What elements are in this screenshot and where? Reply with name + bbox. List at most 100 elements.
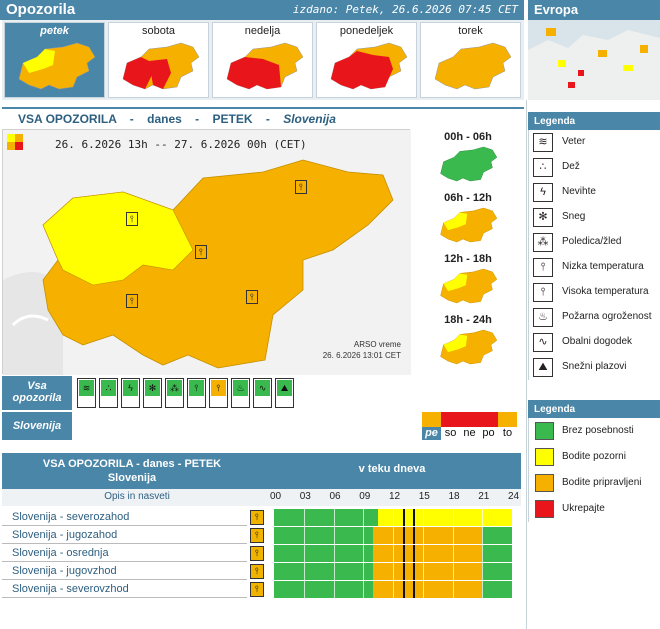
time-marker <box>402 581 405 598</box>
subheader-prefix: VSA OPOZORILA <box>18 112 117 126</box>
low-temperature-icon: ⫯ <box>189 380 204 396</box>
time-marker <box>412 581 415 598</box>
day-abbr-to[interactable]: to <box>498 412 517 440</box>
day-abbr-ne[interactable]: ne <box>460 412 479 440</box>
slot-map <box>440 207 498 243</box>
opis-link[interactable]: Opis in nasveti <box>2 491 272 502</box>
day-abbr-so[interactable]: so <box>441 412 460 440</box>
timeline <box>274 527 512 544</box>
day-tabs: petek sobota nedelja ponedeljek torek <box>2 20 524 100</box>
tab-day-nedelja[interactable]: nedelja <box>212 22 313 98</box>
legend-types: Legenda ≋ Veter ∴ Dež ϟ Nevihte ✻ Sneg ⁂ Poledica… <box>528 112 660 380</box>
region-name[interactable]: Slovenija - jugovzhod <box>2 563 247 580</box>
slot-label: 06h - 12h <box>444 192 492 204</box>
warning-type-row: Vsa opozorila ≋ ∴ ϟ ✻ ⁂ ⫯ ⫯ ♨ ∿ ⛰ <box>2 376 524 410</box>
fire-filter[interactable]: ♨ <box>231 378 250 408</box>
thermometer-icon: ⫯ <box>250 564 264 579</box>
row-label-vsa: Vsa opozorila <box>2 376 72 410</box>
thunderstorm-icon: ϟ <box>533 183 553 202</box>
slot-map <box>440 268 498 304</box>
timeline-segment <box>274 527 374 544</box>
thermometer-marker[interactable]: ⫯ <box>295 180 307 194</box>
ice-filter[interactable]: ⁂ <box>165 378 184 408</box>
low-temperature-filter[interactable]: ⫯ <box>187 378 206 408</box>
time-marker <box>412 545 415 562</box>
hour-tick: 18 <box>448 491 460 502</box>
snow-icon: ✻ <box>145 380 160 396</box>
legend-level-label: Bodite pozorni <box>562 451 626 462</box>
region-name[interactable]: Slovenija - osrednja <box>2 545 247 562</box>
time-slot-12-18[interactable]: 12h - 18h <box>412 251 524 312</box>
timeline-segment <box>373 545 483 562</box>
timeline-segment <box>482 563 512 580</box>
legend-level-label: Ukrepajte <box>562 503 605 514</box>
region-name[interactable]: Slovenija - severozahod <box>2 509 247 526</box>
day-abbr-pe[interactable]: pe <box>422 412 441 440</box>
tab-day-sobota[interactable]: sobota <box>108 22 209 98</box>
legend-type-item: ⫯ Visoka temperatura <box>529 280 660 305</box>
table-row[interactable]: Slovenija - severozahod ⫯ <box>2 509 521 526</box>
time-marker <box>412 563 415 580</box>
legend-type-label: Požarna ogroženost <box>562 311 652 322</box>
legend-type-label: Nevihte <box>562 186 596 197</box>
legend-levels: Legenda Brez posebnosti Bodite pozorni Bod… <box>528 400 660 522</box>
thermometer-marker[interactable]: ⫯ <box>195 245 207 259</box>
time-marker <box>412 509 415 526</box>
table-row[interactable]: Slovenija - osrednja ⫯ <box>2 545 521 562</box>
high-temperature-icon: ⫯ <box>533 283 553 302</box>
fire-icon: ♨ <box>233 380 248 396</box>
timeline <box>274 545 512 562</box>
thermometer-marker[interactable]: ⫯ <box>126 294 138 308</box>
slovenia-row: Slovenija pe so ne po to <box>2 412 524 440</box>
timeline-segment <box>274 545 374 562</box>
time-slot-18-24[interactable]: 18h - 24h <box>412 312 524 373</box>
europe-header[interactable]: Evropa <box>528 0 660 20</box>
snow-filter[interactable]: ✻ <box>143 378 162 408</box>
thunderstorm-filter[interactable]: ϟ <box>121 378 140 408</box>
coastal-icon: ∿ <box>255 380 270 396</box>
thermometer-icon: ⫯ <box>250 546 264 561</box>
main-map[interactable]: 26. 6.2026 13h -- 27. 6.2026 00h (CET) A… <box>2 129 411 375</box>
hour-tick: 21 <box>478 491 490 502</box>
legend-level-label: Bodite pripravljeni <box>562 477 642 488</box>
table-row[interactable]: Slovenija - jugozahod ⫯ <box>2 527 521 544</box>
level-swatch <box>535 474 554 492</box>
table-row[interactable]: Slovenija - severovzhod ⫯ <box>2 581 521 598</box>
tab-day-ponedeljek[interactable]: ponedeljek <box>316 22 417 98</box>
day-abbr-po[interactable]: po <box>479 412 498 440</box>
hour-tick: 06 <box>329 491 341 502</box>
table-subheader: Opis in nasveti 00 03 06 09 12 15 18 21 24 <box>2 489 521 506</box>
legend-type-item: ≋ Veter <box>529 130 660 155</box>
time-slot-00-06[interactable]: 00h - 06h <box>412 129 524 190</box>
avalanche-filter[interactable]: ⛰ <box>275 378 294 408</box>
rain-icon: ∴ <box>101 380 116 396</box>
low-temperature-icon: ⫯ <box>533 258 553 277</box>
high-temperature-filter[interactable]: ⫯ <box>209 378 228 408</box>
legend-type-item: ♨ Požarna ogroženost <box>529 305 660 330</box>
time-marker <box>402 545 405 562</box>
legend-type-item: ϟ Nevihte <box>529 180 660 205</box>
coastal-icon: ∿ <box>533 333 553 352</box>
tab-day-petek[interactable]: petek <box>4 22 105 98</box>
region-name[interactable]: Slovenija - jugozahod <box>2 527 247 544</box>
ice-icon: ⁂ <box>533 233 553 252</box>
tab-day-torek[interactable]: torek <box>420 22 521 98</box>
europe-link[interactable]: Evropa <box>534 2 578 17</box>
rain-filter[interactable]: ∴ <box>99 378 118 408</box>
tab-label: nedelja <box>244 25 281 37</box>
legend-type-item: ∿ Obalni dogodek <box>529 330 660 355</box>
thermometer-marker[interactable]: ⫯ <box>246 290 258 304</box>
coastal-filter[interactable]: ∿ <box>253 378 272 408</box>
table-row[interactable]: Slovenija - jugovzhod ⫯ <box>2 563 521 580</box>
slot-label: 18h - 24h <box>444 314 492 326</box>
thunderstorm-icon: ϟ <box>123 380 138 396</box>
region-name[interactable]: Slovenija - severovzhod <box>2 581 247 598</box>
legend-type-item: ✻ Sneg <box>529 205 660 230</box>
thermometer-marker[interactable]: ⫯ <box>126 212 138 226</box>
wind-filter[interactable]: ≋ <box>77 378 96 408</box>
europe-map-thumb[interactable] <box>528 20 660 100</box>
level-swatch <box>535 422 554 440</box>
time-slot-06-12[interactable]: 06h - 12h <box>412 190 524 251</box>
legend-level-item: Ukrepajte <box>529 496 660 522</box>
timeline-segment <box>373 527 483 544</box>
